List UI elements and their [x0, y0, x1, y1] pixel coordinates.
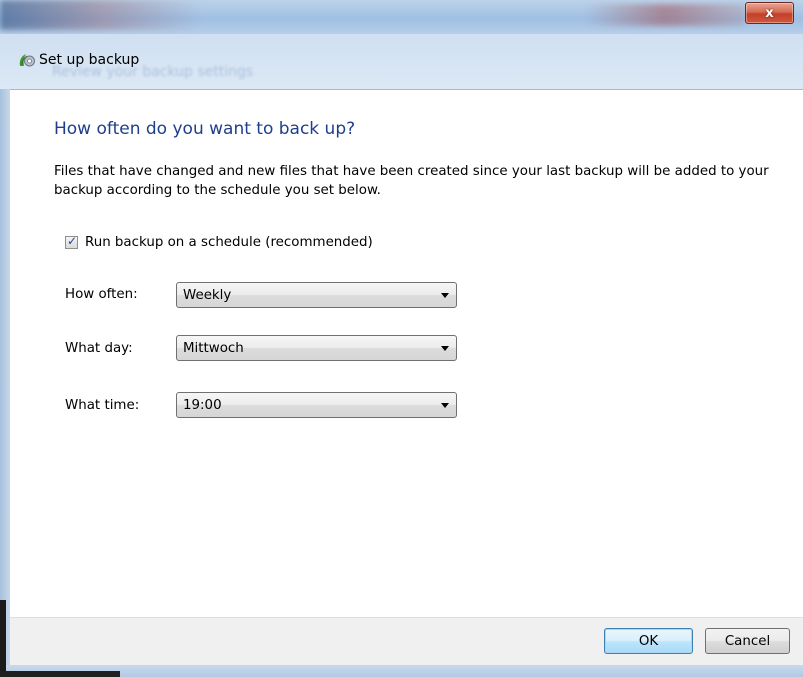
glass-reflection	[585, 4, 745, 26]
main-instruction: How often do you want to back up?	[54, 119, 356, 139]
window-title: Set up backup	[39, 52, 140, 68]
backup-icon	[19, 54, 35, 67]
window-bottom-border	[0, 665, 803, 677]
backup-dialog: x Review your backup settings Set up bac…	[0, 0, 803, 677]
what-day-label: What day:	[65, 341, 133, 356]
schedule-checkbox-row[interactable]: ✓ Run backup on a schedule (recommended)	[65, 234, 373, 250]
what-time-label: What time:	[65, 398, 140, 413]
what-time-value: 19:00	[183, 397, 222, 413]
ok-button[interactable]: OK	[604, 628, 693, 654]
schedule-checkbox-label[interactable]: Run backup on a schedule (recommended)	[85, 235, 373, 250]
how-often-label: How often:	[65, 287, 138, 302]
what-time-select[interactable]: 19:00	[176, 392, 457, 418]
background-desktop	[0, 600, 6, 677]
chevron-down-icon	[441, 402, 449, 408]
close-icon: x	[765, 5, 774, 21]
close-button[interactable]: x	[745, 2, 794, 24]
title-bar[interactable]	[0, 0, 803, 34]
background-desktop	[0, 671, 120, 677]
how-often-value: Weekly	[183, 287, 232, 303]
what-day-value: Mittwoch	[183, 340, 244, 356]
how-often-select[interactable]: Weekly	[176, 282, 457, 308]
what-day-select[interactable]: Mittwoch	[176, 335, 457, 361]
chevron-down-icon	[441, 345, 449, 351]
glass-reflection	[0, 0, 200, 30]
chevron-down-icon	[441, 292, 449, 298]
cancel-button[interactable]: Cancel	[705, 628, 790, 654]
schedule-checkbox[interactable]: ✓	[65, 234, 78, 249]
description-text: Files that have changed and new files th…	[54, 164, 769, 198]
window-border	[0, 34, 10, 677]
checkmark-icon: ✓	[67, 234, 78, 248]
